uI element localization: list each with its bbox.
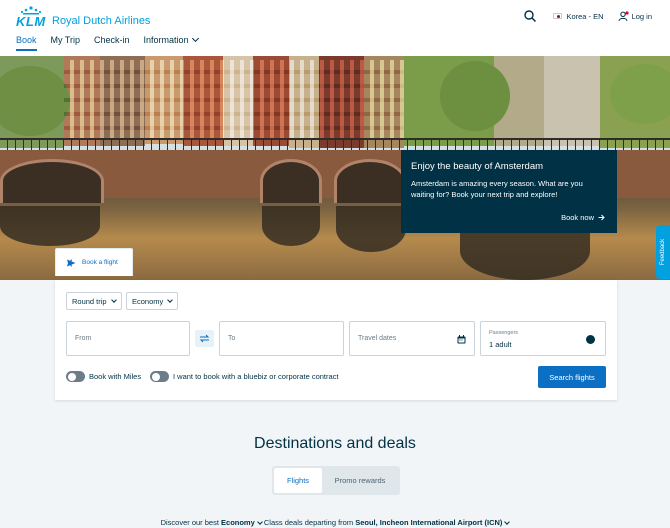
destinations-tabs: Flights Promo rewards bbox=[272, 466, 400, 495]
person-icon bbox=[586, 335, 595, 344]
destinations-title: Destinations and deals bbox=[254, 435, 416, 452]
deals-prefix: Discover our best bbox=[160, 518, 219, 527]
locale-label: Korea - EN bbox=[566, 11, 604, 21]
book-now-label: Book now bbox=[561, 213, 594, 222]
calendar-icon bbox=[457, 335, 466, 344]
site-header: KLM Royal Dutch Airlines Book My Trip Ch… bbox=[0, 0, 670, 56]
to-placeholder: To bbox=[228, 335, 236, 342]
search-button[interactable] bbox=[523, 9, 537, 23]
chevron-down-icon bbox=[167, 297, 174, 303]
deals-class-value: Economy bbox=[221, 518, 255, 527]
nav-information[interactable]: Information bbox=[143, 34, 199, 55]
login-label: Log in bbox=[631, 11, 652, 21]
chevron-down-icon bbox=[191, 34, 199, 43]
arch-reflection bbox=[262, 206, 320, 246]
book-with-miles-toggle[interactable]: Book with Miles bbox=[66, 371, 141, 382]
bluebiz-toggle[interactable]: I want to book with a bluebiz or corpora… bbox=[150, 371, 339, 382]
deals-airport-value: Seoul, Incheon International Airport (IC… bbox=[355, 518, 503, 527]
chevron-down-icon bbox=[504, 519, 511, 525]
deals-class-select[interactable]: Economy bbox=[221, 518, 263, 527]
travel-dates-placeholder: Travel dates bbox=[358, 335, 397, 342]
house-windows bbox=[64, 60, 404, 140]
swap-arrows-icon bbox=[199, 334, 210, 343]
logo-short: KLM bbox=[16, 14, 46, 29]
chevron-down-icon bbox=[110, 297, 117, 303]
book-a-flight-tab[interactable]: Book a flight bbox=[55, 248, 133, 276]
deals-airport-select[interactable]: Seoul, Incheon International Airport (IC… bbox=[355, 518, 511, 527]
book-a-flight-label: Book a flight bbox=[82, 259, 118, 266]
trip-type-select[interactable]: Round trip bbox=[66, 292, 122, 310]
swap-airports-button[interactable] bbox=[195, 330, 214, 347]
korea-flag-icon bbox=[553, 13, 563, 19]
passengers-field[interactable]: Passengers 1 adult bbox=[480, 321, 606, 356]
bridge-arch bbox=[0, 159, 104, 203]
feedback-label: Feedback bbox=[660, 238, 667, 266]
search-icon bbox=[524, 10, 537, 23]
feedback-tab[interactable]: Feedback bbox=[656, 225, 670, 279]
user-icon bbox=[618, 10, 629, 21]
toggle-switch[interactable] bbox=[66, 371, 85, 382]
nav-check-in[interactable]: Check-in bbox=[94, 35, 130, 55]
to-field[interactable]: To bbox=[219, 321, 344, 356]
chevron-down-icon bbox=[256, 519, 263, 525]
trip-type-value: Round trip bbox=[72, 296, 107, 306]
arrow-right-icon bbox=[598, 214, 605, 221]
tab-flights[interactable]: Flights bbox=[274, 468, 322, 493]
airplane-icon bbox=[67, 259, 76, 266]
from-placeholder: From bbox=[75, 335, 92, 342]
search-flights-button[interactable]: Search flights bbox=[538, 366, 606, 388]
passengers-value: 1 adult bbox=[489, 340, 512, 349]
promo-card: Enjoy the beauty of Amsterdam Amsterdam … bbox=[401, 150, 617, 233]
tree-foliage bbox=[440, 61, 510, 131]
header-utilities: Korea - EN Log in bbox=[523, 9, 652, 23]
deals-filter-line: Discover our best Economy Class deals de… bbox=[0, 518, 670, 527]
nav-information-label: Information bbox=[143, 35, 189, 45]
bluebiz-label: I want to book with a bluebiz or corpora… bbox=[173, 372, 339, 381]
promo-text: Amsterdam is amazing every season. What … bbox=[411, 179, 583, 199]
travel-dates-field[interactable]: Travel dates bbox=[349, 321, 475, 356]
tab-promo-rewards[interactable]: Promo rewards bbox=[322, 468, 398, 493]
hero-banner: Enjoy the beauty of Amsterdam Amsterdam … bbox=[0, 56, 670, 280]
bridge-arch bbox=[260, 159, 322, 203]
arch-reflection bbox=[336, 206, 406, 252]
from-field[interactable]: From bbox=[66, 321, 190, 356]
passengers-label: Passengers bbox=[489, 330, 519, 336]
klm-logo[interactable]: KLM Royal Dutch Airlines bbox=[16, 6, 151, 29]
nav-book[interactable]: Book bbox=[16, 35, 37, 55]
canal-house bbox=[544, 56, 600, 146]
toggle-switch[interactable] bbox=[150, 371, 169, 382]
book-with-miles-label: Book with Miles bbox=[89, 372, 142, 381]
promo-title: Enjoy the beauty of Amsterdam bbox=[411, 161, 544, 172]
book-now-link[interactable]: Book now bbox=[561, 213, 605, 222]
login-button[interactable]: Log in bbox=[618, 10, 652, 22]
nav-my-trip[interactable]: My Trip bbox=[51, 35, 81, 55]
deals-middle: Class deals departing from bbox=[263, 518, 354, 527]
cabin-class-select[interactable]: Economy bbox=[126, 292, 179, 310]
cabin-class-value: Economy bbox=[132, 296, 164, 306]
locale-selector[interactable]: Korea - EN bbox=[553, 11, 604, 21]
main-nav: Book My Trip Check-in Information bbox=[16, 34, 212, 55]
bridge-railing bbox=[0, 138, 670, 150]
booking-panel: Round trip Economy From To Travel dates … bbox=[55, 280, 617, 400]
logo-name: Royal Dutch Airlines bbox=[52, 15, 151, 27]
klm-crown-logo: KLM bbox=[16, 6, 46, 29]
bridge-arch bbox=[334, 159, 406, 203]
arch-reflection bbox=[0, 206, 100, 246]
